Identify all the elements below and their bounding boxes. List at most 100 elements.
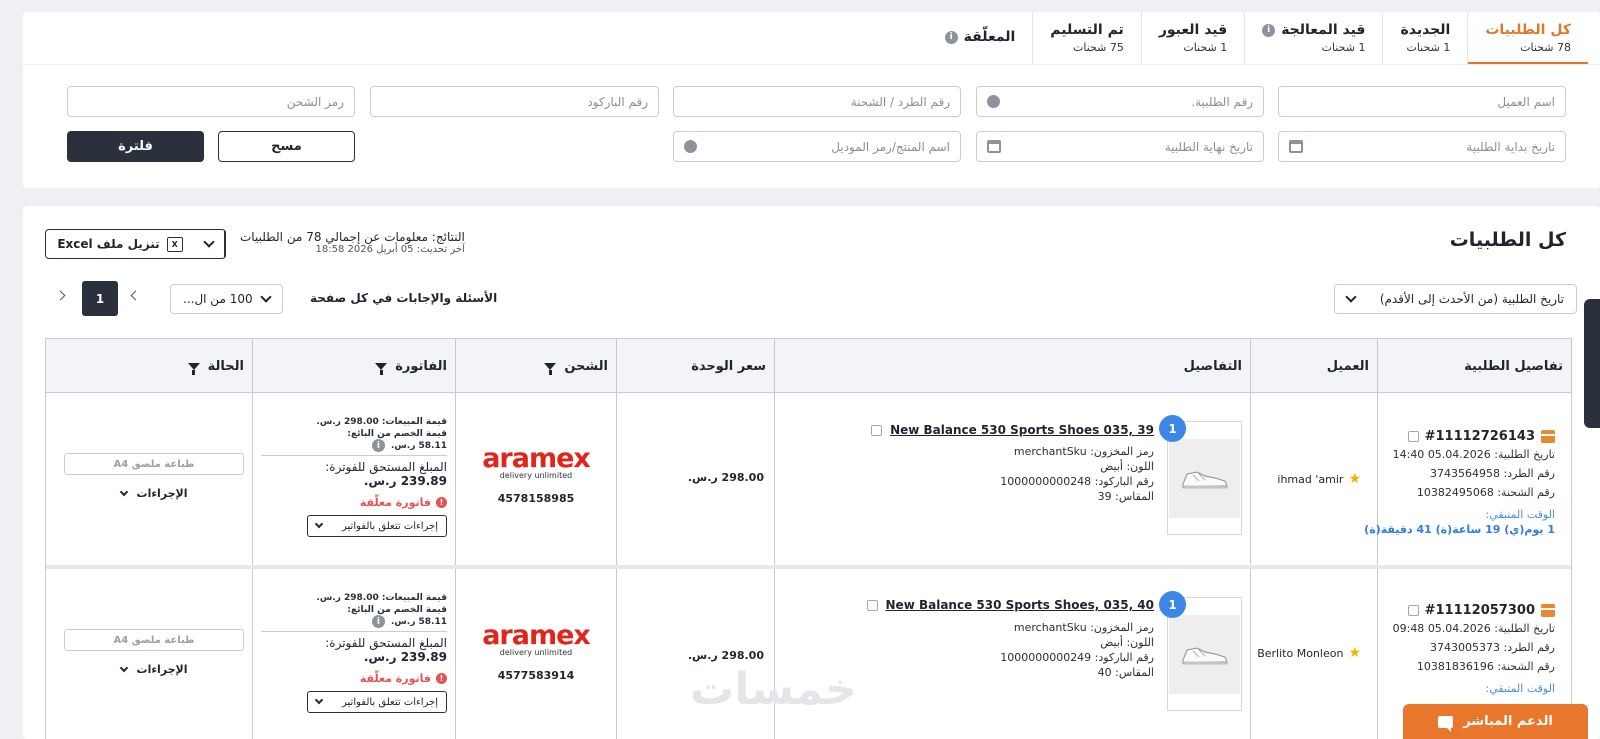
actions-label: الإجراءات: [136, 487, 188, 500]
unit-price-cell: 298.00 ر.س.: [616, 393, 774, 565]
info-icon[interactable]: i: [987, 95, 1000, 109]
order-number-field[interactable]: i: [976, 86, 1264, 117]
product-sku: رمز المخزون: merchantSku: [1013, 621, 1154, 634]
barcode-field[interactable]: [370, 86, 659, 117]
invoice-summary: قيمة المبيعات: 298.00 ر.س. قيمة الخصم من…: [261, 417, 447, 537]
discount-label: قيمة الخصم من البائع:: [347, 429, 447, 439]
tab-processing[interactable]: قيد المعالجة i 1 شحنات: [1244, 12, 1382, 64]
copy-icon[interactable]: [868, 421, 883, 436]
column-unit-price: سعر الوحدة: [616, 339, 774, 393]
tab-label: قيد المعالجة: [1281, 22, 1366, 38]
sort-select[interactable]: تاريخ الطلبية (من الأحدث إلى الأقدم): [1334, 284, 1577, 314]
print-label-button[interactable]: طباعة ملصق A4: [64, 453, 244, 475]
filter-icon[interactable]: [187, 362, 200, 375]
product-name-input[interactable]: [705, 139, 950, 154]
order-number-input[interactable]: [1008, 94, 1253, 109]
invoice-status-label: فاتورة معلّقة: [359, 672, 431, 685]
remaining-time-label: الوقت المتبقي:: [1485, 682, 1556, 695]
live-support-button[interactable]: الدعم المباشر: [1403, 704, 1588, 739]
discount-label: قيمة الخصم من البائع:: [347, 605, 447, 615]
product-image-bg: [1169, 614, 1240, 694]
start-date-field[interactable]: [1278, 131, 1566, 162]
shipment-number: رقم الشحنة: 10381836196: [1416, 660, 1555, 673]
chat-icon: [1438, 715, 1454, 732]
previous-page-icon[interactable]: [130, 290, 141, 301]
copy-icon[interactable]: [863, 596, 878, 611]
copy-icon[interactable]: [1404, 428, 1419, 442]
filter-button[interactable]: فلترة: [67, 131, 204, 162]
product-name-field[interactable]: i: [673, 131, 961, 162]
column-order-details: تفاصيل الطلبية: [1377, 339, 1571, 393]
product-size: المقاس: 39: [1097, 490, 1154, 503]
quantity-badge: 1: [1159, 591, 1186, 618]
status-cell: طباعة ملصق A4 الإجراءات: [56, 569, 252, 739]
client-name-row: ★ ihmad 'amir: [1277, 471, 1361, 487]
divider: [261, 631, 447, 632]
product-sku: رمز المخزون: merchantSku: [1013, 445, 1154, 458]
order-details-cell: #11112726143 تاريخ الطلبية: 05.04.2026 1…: [1364, 393, 1571, 565]
star-icon: ★: [1348, 645, 1361, 661]
copy-icon[interactable]: [1404, 602, 1419, 616]
tab-all-orders[interactable]: كل الطلبيات 78 شحنات: [1467, 12, 1588, 64]
shoe-icon: [1182, 647, 1228, 665]
tab-delivered[interactable]: تم التسليم 75 شحنات: [1032, 12, 1141, 64]
customer-name-input[interactable]: [1289, 94, 1555, 109]
customer-name-field[interactable]: [1278, 86, 1566, 117]
tab-count: 1 شحنات: [1406, 41, 1451, 54]
discount-value: 58.11 ر.س.: [390, 440, 447, 451]
info-icon[interactable]: i: [371, 615, 385, 628]
invoice-actions-select[interactable]: إجراءات تتعلق بالفواتير: [307, 691, 447, 713]
info-icon[interactable]: i: [371, 439, 385, 452]
order-id[interactable]: #11112057300: [1425, 603, 1535, 618]
excel-download-main[interactable]: X تنزيل ملف Excel: [46, 236, 194, 252]
end-date-field[interactable]: [976, 131, 1264, 162]
invoice-actions-label: إجراءات تتعلق بالفواتير: [342, 696, 438, 708]
package-number-field[interactable]: [673, 86, 961, 117]
order-id[interactable]: #11112726143: [1425, 429, 1535, 444]
shipping-code-input[interactable]: [78, 94, 344, 109]
tracking-number[interactable]: 4578158985: [456, 492, 616, 505]
info-icon[interactable]: i: [1262, 23, 1276, 37]
package-number-input[interactable]: [684, 94, 950, 109]
actions-dropdown[interactable]: الإجراءات: [56, 663, 252, 676]
product-title-row: New Balance 530 Sports Shoes 035, 39: [868, 421, 1154, 437]
warning-icon: !: [436, 497, 447, 508]
per-page-select[interactable]: 100 من ال...: [170, 284, 283, 314]
calendar-icon[interactable]: [1289, 140, 1303, 153]
clear-button[interactable]: مسح: [218, 131, 355, 162]
info-icon[interactable]: i: [944, 30, 958, 44]
feedback-tab[interactable]: [1584, 299, 1600, 428]
amount-due-label: المبلغ المستحق للفوترة:: [325, 636, 447, 650]
next-page-icon[interactable]: [55, 290, 66, 301]
shipping-cell: aramex delivery unlimited 4578158985: [455, 393, 616, 565]
print-label-button[interactable]: طباعة ملصق A4: [64, 629, 244, 651]
excel-download-label: تنزيل ملف Excel: [57, 237, 160, 251]
filter-icon[interactable]: [544, 362, 557, 375]
shipping-code-field[interactable]: [67, 86, 355, 117]
status-tabs: كل الطلبيات 78 شحنات الجديدة 1 شحنات قيد…: [928, 12, 1588, 64]
page-number-button[interactable]: 1: [82, 281, 118, 316]
info-icon[interactable]: i: [684, 140, 697, 154]
invoice-actions-select[interactable]: إجراءات تتعلق بالفواتير: [307, 515, 447, 537]
barcode-input[interactable]: [381, 94, 648, 109]
product-title[interactable]: New Balance 530 Sports Shoes 035, 39: [890, 423, 1154, 437]
product-title[interactable]: New Balance 530 Sports Shoes, 035, 40: [886, 598, 1154, 612]
end-date-input[interactable]: [1009, 139, 1253, 154]
last-updated: آخر تحديث: 05 أبريل 2026 18:58: [315, 244, 465, 255]
start-date-input[interactable]: [1311, 139, 1555, 154]
filter-icon[interactable]: [375, 362, 388, 375]
calendar-icon[interactable]: [987, 140, 1001, 153]
chevron-down-icon: [119, 663, 128, 672]
actions-dropdown[interactable]: الإجراءات: [56, 487, 252, 500]
tab-new[interactable]: الجديدة 1 شحنات: [1382, 12, 1467, 64]
discount-value-row: 58.11 ر.س. i: [261, 615, 447, 628]
tab-pending[interactable]: المعلّقة i: [928, 12, 1033, 64]
column-label: تفاصيل الطلبية: [1464, 358, 1563, 374]
excel-dropdown-toggle[interactable]: [194, 230, 225, 258]
excel-download-button[interactable]: X تنزيل ملف Excel: [45, 229, 226, 259]
remaining-time: 1 يوم(ي) 19 ساعة(ة) 41 دقيقة(ة): [1364, 523, 1555, 536]
tracking-number[interactable]: 4577583914: [456, 669, 616, 682]
star-icon: ★: [1348, 471, 1361, 487]
sales-value: قيمة المبيعات: 298.00 ر.س.: [316, 417, 447, 427]
tab-in-transit[interactable]: قيد العبور 1 شحنات: [1140, 12, 1244, 64]
